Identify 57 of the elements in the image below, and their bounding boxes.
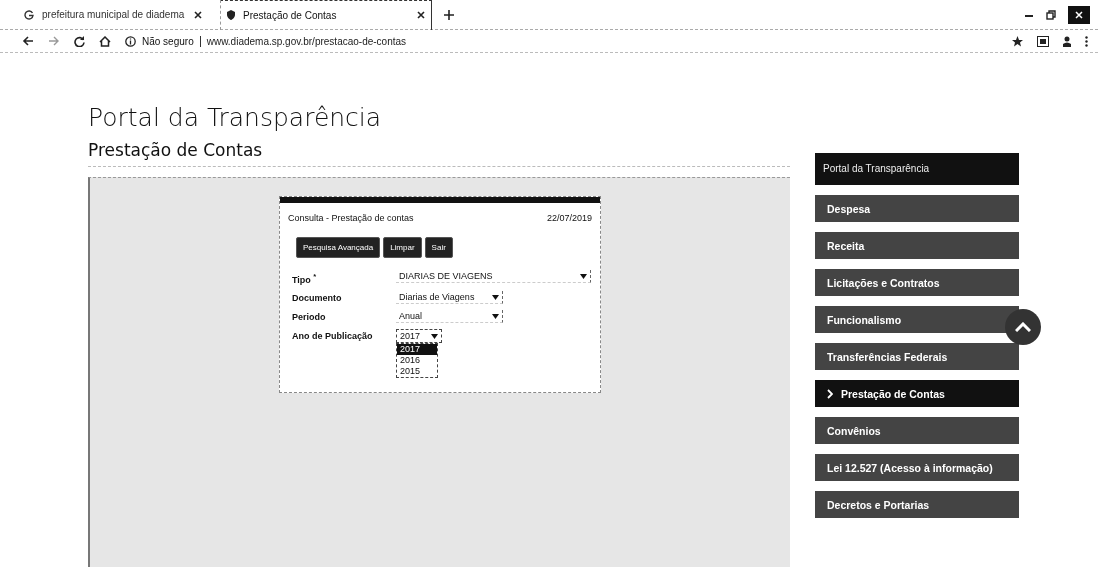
sidebar-item[interactable]: Decretos e Portarias: [815, 491, 1019, 518]
sidebar-item[interactable]: Licitações e Contratos: [815, 269, 1019, 296]
sidebar-item[interactable]: Convênios: [815, 417, 1019, 444]
security-label: Não seguro: [142, 35, 201, 47]
caret-icon: [492, 313, 499, 319]
select-field[interactable]: DIARIAS DE VIAGENS: [396, 270, 591, 283]
info-icon: [125, 35, 136, 47]
action-button[interactable]: Pesquisa Avançada: [296, 237, 381, 258]
sidebar-item[interactable]: Prestação de Contas: [815, 380, 1019, 407]
dropdown-option[interactable]: 2016: [397, 355, 437, 366]
action-button[interactable]: Sair: [424, 237, 453, 258]
sidebar-item[interactable]: Funcionalismo: [815, 306, 1019, 333]
select-field[interactable]: 2017: [396, 329, 442, 343]
page-title: Portal da Transparência: [88, 103, 383, 132]
field-label: Ano de Publicação: [292, 330, 374, 341]
shield-icon: [227, 10, 235, 20]
new-tab-icon[interactable]: [444, 9, 454, 20]
dropdown-option[interactable]: 2017: [397, 344, 437, 355]
scroll-top-button[interactable]: [1005, 309, 1041, 345]
date-text: 22/07/2019: [546, 213, 592, 223]
forward-icon[interactable]: [48, 36, 60, 46]
sidebar-item[interactable]: Transferências Federais: [815, 343, 1019, 370]
chevron-up-icon: [1015, 322, 1031, 332]
sidebar-item[interactable]: Lei 12.527 (Acesso à informação): [815, 454, 1019, 481]
g-icon: [24, 9, 34, 20]
browser-tab[interactable]: prefeitura municipal de diadema: [18, 0, 208, 30]
field-label: Tipo $^{*}$: [292, 271, 318, 285]
caret-icon: [492, 294, 499, 300]
chevron-icon: [827, 388, 833, 399]
browser-tab[interactable]: Prestação de Contas: [220, 0, 432, 30]
sidebar-item[interactable]: Despesa: [815, 195, 1019, 222]
menu-icon[interactable]: [1085, 35, 1088, 47]
page-subtitle: Prestação de Contas: [88, 140, 790, 167]
select-field[interactable]: Diarias de Viagens: [396, 291, 503, 304]
caret-icon: [580, 273, 587, 279]
restore-icon[interactable]: [1046, 9, 1056, 20]
back-icon[interactable]: [22, 36, 34, 46]
field-label: Documento: [292, 292, 343, 303]
caret-icon: [431, 333, 438, 339]
dialog-title: Consulta - Prestação de contas: [288, 213, 414, 223]
person-icon[interactable]: [1063, 35, 1071, 47]
url-field[interactable]: www.diadema.sp.gov.br/prestacao-de-contas: [206, 35, 407, 47]
close-icon[interactable]: [1068, 5, 1090, 24]
home-icon[interactable]: [99, 35, 111, 47]
sidebar-item[interactable]: Receita: [815, 232, 1019, 259]
tab-title: prefeitura municipal de diadema: [42, 9, 186, 20]
dropdown-option[interactable]: 2015: [397, 366, 437, 377]
extension-icon[interactable]: [1037, 35, 1049, 47]
select-field[interactable]: Anual: [396, 310, 503, 323]
sidebar-header: Portal da Transparência: [815, 153, 1019, 185]
close-icon[interactable]: [417, 11, 425, 19]
close-icon[interactable]: [194, 10, 202, 19]
field-label: Periodo: [292, 311, 327, 322]
tab-title: Prestação de Contas: [243, 9, 338, 21]
action-button[interactable]: Limpar: [383, 237, 422, 258]
reload-icon[interactable]: [74, 35, 85, 47]
star-icon[interactable]: [1012, 35, 1023, 47]
